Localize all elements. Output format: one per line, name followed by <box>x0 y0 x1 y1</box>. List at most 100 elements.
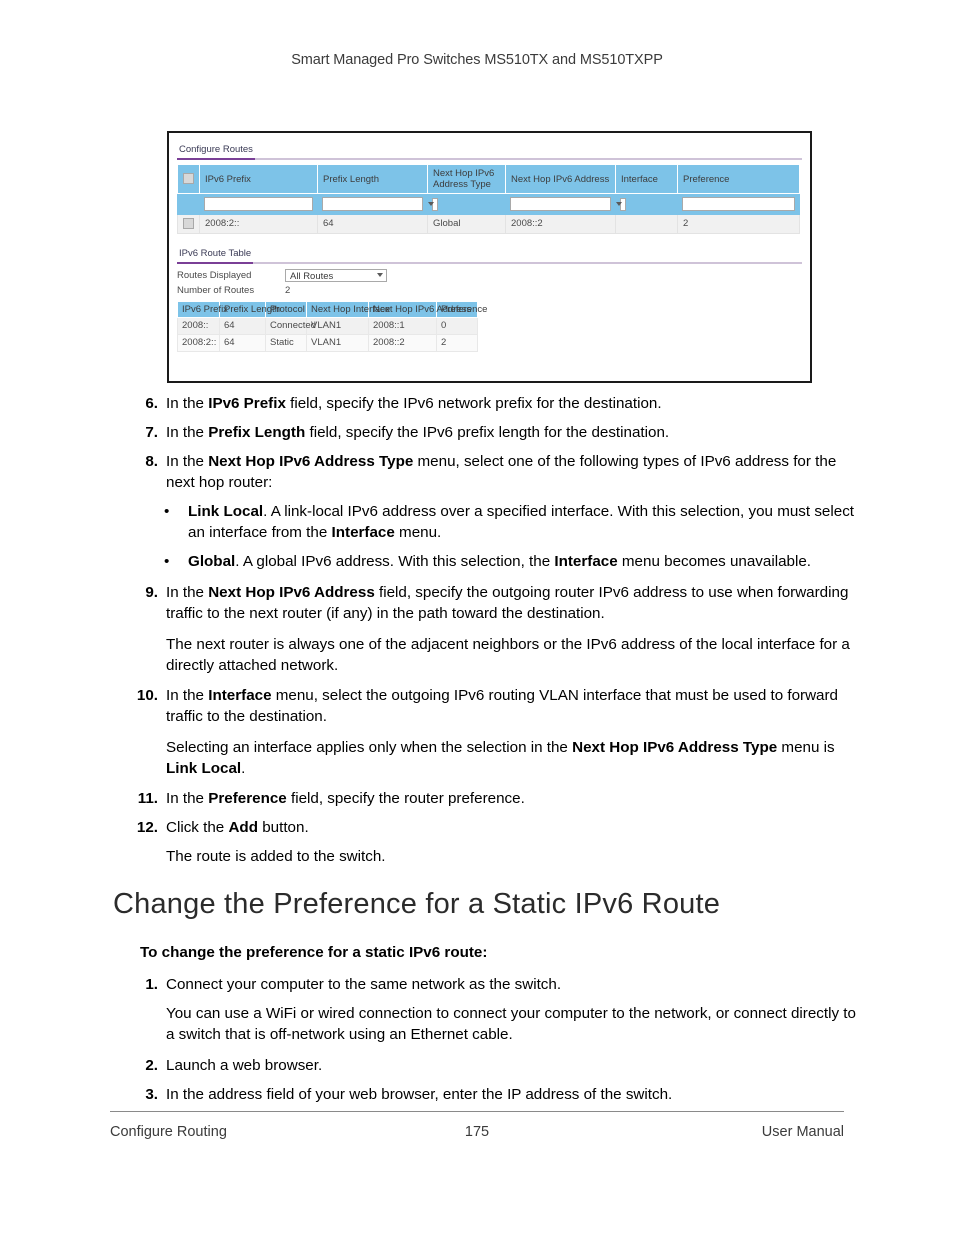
next-hop-address-input[interactable] <box>510 197 611 211</box>
select-all-checkbox[interactable] <box>183 173 194 185</box>
rt-col-next-hop-interface: Next Hop Interface <box>306 301 390 319</box>
rt-row-ipv6-prefix: 2008:2:: <box>177 334 220 353</box>
row-checkbox[interactable] <box>183 218 194 229</box>
routes-displayed-row: Routes Displayed All Routes <box>177 268 802 283</box>
list-item: 2. Launch a web browser. <box>130 1055 954 1076</box>
number-of-routes-row: Number of Routes 2 <box>177 283 802 298</box>
col-next-hop-type: Next Hop IPv6 Address Type <box>427 164 506 194</box>
step-number: 2. <box>145 1057 158 1074</box>
table-row[interactable]: 2008:2:: 64 Global 2008::2 2 <box>177 213 800 235</box>
configure-routes-tab-label: Configure Routes <box>177 144 255 160</box>
step-number: 7. <box>145 424 158 441</box>
rt-col-next-hop-address: Next Hop IPv6 Address <box>368 301 471 319</box>
list-item: 9. In the Next Hop IPv6 Address field, s… <box>130 582 954 624</box>
page-title: Change the Preference for a Static IPv6 … <box>113 888 721 920</box>
next-hop-type-select[interactable] <box>428 197 438 211</box>
list-item: 11. In the Preference field, specify the… <box>130 788 954 809</box>
number-of-routes-label: Number of Routes <box>177 285 255 297</box>
interface-select[interactable] <box>616 197 626 211</box>
step-number: 6. <box>145 395 158 412</box>
step-text: In the Interface menu, select the outgoi… <box>166 687 839 725</box>
running-head: Smart Managed Pro Switches MS510TX and M… <box>291 52 663 68</box>
rt-col-preference: Preference <box>436 301 487 319</box>
rt-col-protocol: Protocol <box>265 301 307 319</box>
rt-row-next-hop-address: 2008::2 <box>368 334 437 353</box>
number-of-routes-value: 2 <box>285 285 291 297</box>
step-number: 8. <box>145 453 158 470</box>
footer-divider <box>110 1111 844 1112</box>
prefix-length-input[interactable] <box>322 197 423 211</box>
rt-row-prefix-length: 64 <box>219 334 266 353</box>
col-next-hop-address: Next Hop IPv6 Address <box>505 164 616 194</box>
bullet-text: Global. A global IPv6 address. With this… <box>188 553 812 570</box>
step-text: In the address field of your web browser… <box>166 1086 673 1103</box>
list-item: • Link Local. A link-local IPv6 address … <box>164 501 954 543</box>
rt-row-ipv6-prefix: 2008:: <box>177 317 220 336</box>
preference-input[interactable] <box>682 197 795 211</box>
col-preference: Preference <box>677 164 800 194</box>
rt-col-ipv6-prefix: IPv6 Prefix <box>177 301 228 319</box>
rt-row-preference: 0 <box>436 317 478 336</box>
rt-row-next-hop-interface: VLAN1 <box>306 317 369 336</box>
configure-routes-tab-rule <box>177 158 802 160</box>
row-next-hop-type: Global <box>427 213 506 235</box>
next-hop-type-cell <box>427 193 506 215</box>
lead-in-text: To change the preference for a static IP… <box>140 944 488 961</box>
routes-displayed-select[interactable]: All Routes <box>285 269 387 283</box>
paragraph: You can use a WiFi or wired connection t… <box>166 1005 856 1043</box>
ipv6-route-table-tab[interactable]: IPv6 Route Table <box>177 243 802 265</box>
prefix-length-cell <box>317 193 428 215</box>
input-row-spacer <box>177 193 200 215</box>
instructions-block-2: 1. Connect your computer to the same net… <box>0 974 954 1113</box>
route-table-header-row: IPv6 Prefix Prefix Length Protocol Next … <box>177 301 487 319</box>
footer-left: Configure Routing <box>110 1124 227 1140</box>
list-item: 10. In the Interface menu, select the ou… <box>130 685 954 727</box>
step-text: In the Next Hop IPv6 Address field, spec… <box>166 584 849 622</box>
list-item: 6. In the IPv6 Prefix field, specify the… <box>130 393 954 414</box>
step-number: 1. <box>145 976 158 993</box>
bullet-marker: • <box>164 503 170 520</box>
row-select-cell <box>177 213 200 235</box>
step-number: 12. <box>136 819 158 836</box>
interface-cell <box>615 193 678 215</box>
routes-displayed-value: All Routes <box>290 271 334 283</box>
col-next-hop-type-line1: Next Hop IPv6 <box>433 168 495 179</box>
ipv6-prefix-input[interactable] <box>204 197 313 211</box>
step-text: In the Prefix Length field, specify the … <box>166 424 670 441</box>
rt-row-protocol: Static <box>265 334 307 353</box>
list-item: 12. Click the Add button. <box>130 817 954 838</box>
ipv6-route-table: IPv6 Prefix Prefix Length Protocol Next … <box>177 301 487 353</box>
step-text: In the IPv6 Prefix field, specify the IP… <box>166 395 662 412</box>
ipv6-prefix-cell <box>199 193 318 215</box>
table-row[interactable]: 2008:2:: 64 Static VLAN1 2008::2 2 <box>177 334 478 353</box>
select-all-header <box>177 164 200 194</box>
step-text: Launch a web browser. <box>166 1057 323 1074</box>
paragraph: The route is added to the switch. <box>166 848 386 865</box>
paragraph: Selecting an interface applies only when… <box>166 739 835 777</box>
rt-row-next-hop-interface: VLAN1 <box>306 334 369 353</box>
page-footer: Configure Routing 175 User Manual <box>110 1124 844 1140</box>
bullet-text: Link Local. A link-local IPv6 address ov… <box>188 503 855 541</box>
preference-cell <box>677 193 800 215</box>
col-prefix-length: Prefix Length <box>317 164 428 194</box>
configure-routes-tab[interactable]: Configure Routes <box>177 139 802 160</box>
paragraph: The next router is always one of the adj… <box>166 636 850 674</box>
row-next-hop-address: 2008::2 <box>505 213 616 235</box>
rt-row-preference: 2 <box>436 334 478 353</box>
step-number: 3. <box>145 1086 158 1103</box>
row-preference: 2 <box>677 213 800 235</box>
ipv6-route-table-tab-rule <box>177 262 802 265</box>
table-row[interactable]: 2008:: 64 Connected VLAN1 2008::1 0 <box>177 317 478 336</box>
ipv6-route-table-tab-label: IPv6 Route Table <box>177 248 254 265</box>
table-header-row: IPv6 Prefix Prefix Length Next Hop IPv6 … <box>177 164 800 194</box>
configure-routes-table: IPv6 Prefix Prefix Length Next Hop IPv6 … <box>177 164 800 235</box>
instructions-block: 6. In the IPv6 Prefix field, specify the… <box>0 393 954 876</box>
list-item: 1. Connect your computer to the same net… <box>130 974 954 995</box>
step-number: 10. <box>136 687 158 704</box>
bullet-marker: • <box>164 553 170 570</box>
rt-row-protocol: Connected <box>265 317 316 336</box>
step-number: 9. <box>145 584 158 601</box>
footer-page-number: 175 <box>464 1124 490 1140</box>
col-interface: Interface <box>615 164 678 194</box>
chevron-down-icon <box>428 201 434 206</box>
